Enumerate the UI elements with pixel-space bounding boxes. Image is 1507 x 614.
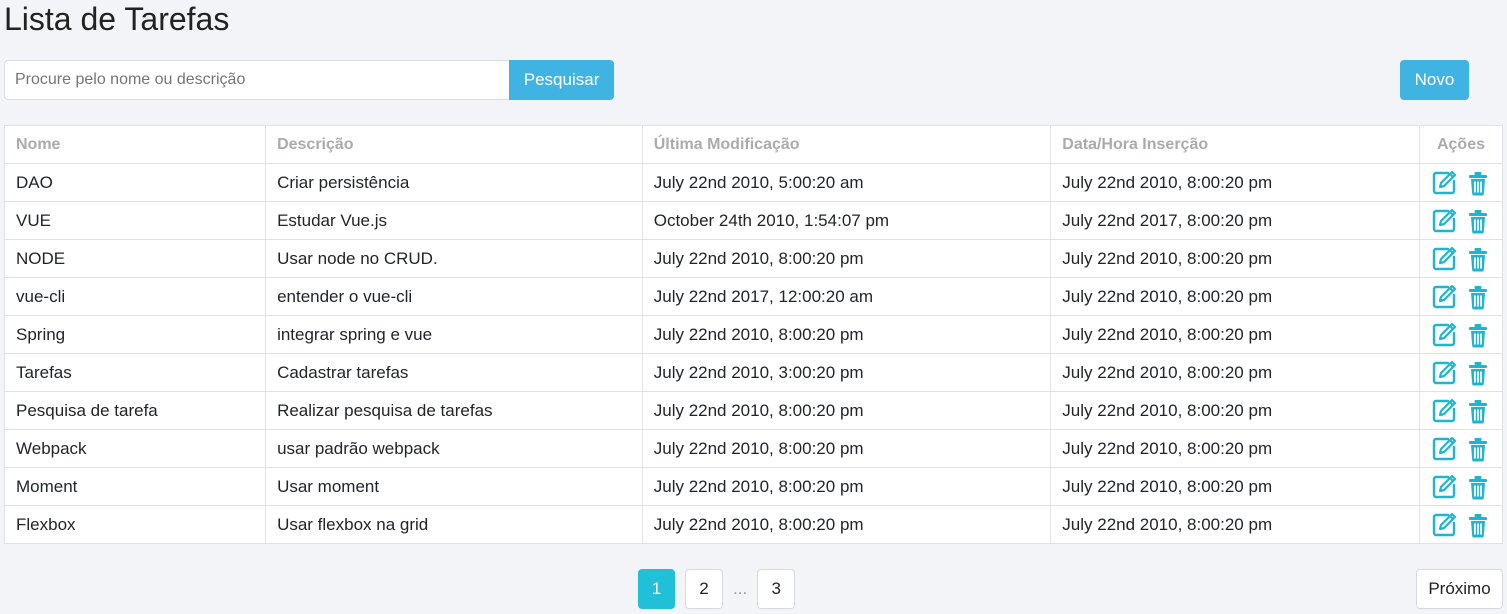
table-row: NODE Usar node no CRUD. July 22nd 2010, 8:… [3,239,1504,278]
cell-name: Spring [3,315,267,354]
cell-name: DAO [3,163,267,202]
trash-icon[interactable] [1465,322,1491,348]
edit-icon[interactable] [1431,436,1457,462]
table-row: Flexbox Usar flexbox na grid July 22nd 201… [3,505,1504,544]
trash-icon[interactable] [1465,170,1491,196]
cell-description: Usar moment [265,467,643,506]
trash-icon[interactable] [1465,474,1491,500]
cell-last-modified: July 22nd 2010, 8:00:20 pm [641,315,1052,354]
cell-name: Flexbox [3,505,267,544]
cell-last-modified: July 22nd 2010, 8:00:20 pm [641,391,1052,430]
cell-inserted-at: July 22nd 2010, 8:00:20 pm [1050,429,1420,468]
cell-description: Criar persistência [265,163,643,202]
column-header-last-modified[interactable]: Última Modificação [641,125,1052,164]
cell-actions [1418,467,1504,506]
cell-actions [1418,505,1504,544]
trash-icon[interactable] [1465,398,1491,424]
edit-icon[interactable] [1431,512,1457,538]
pagination: 1 2 ... 3 [638,569,805,609]
cell-actions [1418,239,1504,278]
cell-name: Tarefas [3,353,267,392]
cell-description: Usar flexbox na grid [265,505,643,544]
cell-name: VUE [3,201,267,240]
cell-last-modified: July 22nd 2017, 12:00:20 am [641,277,1052,316]
cell-description: Cadastrar tarefas [265,353,643,392]
column-header-description[interactable]: Descrição [265,125,643,164]
trash-icon[interactable] [1465,208,1491,234]
cell-description: Estudar Vue.js [265,201,643,240]
next-page-button[interactable]: Próximo [1416,569,1503,609]
cell-description: integrar spring e vue [265,315,643,354]
cell-last-modified: July 22nd 2010, 8:00:20 pm [641,429,1052,468]
column-header-name[interactable]: Nome [3,125,267,164]
cell-name: Moment [3,467,267,506]
cell-last-modified: July 22nd 2010, 3:00:20 pm [641,353,1052,392]
search-bar: Pesquisar [4,60,614,100]
cell-name: NODE [3,239,267,278]
cell-actions [1418,201,1504,240]
cell-inserted-at: July 22nd 2010, 8:00:20 pm [1050,239,1420,278]
trash-icon[interactable] [1465,360,1491,386]
edit-icon[interactable] [1431,208,1457,234]
cell-inserted-at: July 22nd 2017, 8:00:20 pm [1050,201,1420,240]
cell-actions [1418,391,1504,430]
cell-inserted-at: July 22nd 2010, 8:00:20 pm [1050,505,1420,544]
table-row: Tarefas Cadastrar tarefas July 22nd 2010, … [3,353,1504,392]
trash-icon[interactable] [1465,246,1491,272]
edit-icon[interactable] [1431,246,1457,272]
edit-icon[interactable] [1431,322,1457,348]
search-button[interactable]: Pesquisar [509,60,614,100]
search-input[interactable] [4,60,510,100]
page-button-1[interactable]: 1 [638,569,675,609]
trash-icon[interactable] [1465,284,1491,310]
cell-actions [1418,277,1504,316]
cell-description: Realizar pesquisa de tarefas [265,391,643,430]
table-row: Moment Usar moment July 22nd 2010, 8:00:20… [3,467,1504,506]
cell-last-modified: July 22nd 2010, 8:00:20 pm [641,505,1052,544]
cell-name: vue-cli [3,277,267,316]
cell-actions [1418,315,1504,354]
cell-inserted-at: July 22nd 2010, 8:00:20 pm [1050,353,1420,392]
table-header-row: Nome Descrição Última Modificação Data/H… [3,125,1504,164]
cell-inserted-at: July 22nd 2010, 8:00:20 pm [1050,391,1420,430]
cell-last-modified: October 24th 2010, 1:54:07 pm [641,201,1052,240]
column-header-actions: Ações [1418,125,1504,164]
cell-description: Usar node no CRUD. [265,239,643,278]
table-row: DAO Criar persistência July 22nd 2010, 5:0… [3,163,1504,202]
cell-description: usar padrão webpack [265,429,643,468]
cell-last-modified: July 22nd 2010, 5:00:20 am [641,163,1052,202]
cell-inserted-at: July 22nd 2010, 8:00:20 pm [1050,315,1420,354]
cell-inserted-at: July 22nd 2010, 8:00:20 pm [1050,467,1420,506]
cell-description: entender o vue-cli [265,277,643,316]
cell-actions [1418,163,1504,202]
table-row: Pesquisa de tarefa Realizar pesquisa de t… [3,391,1504,430]
edit-icon[interactable] [1431,474,1457,500]
page-title: Lista de Tarefas [4,1,230,37]
table-row: vue-cli entender o vue-cli July 22nd 2017,… [3,277,1504,316]
edit-icon[interactable] [1431,360,1457,386]
table-row: Spring integrar spring e vue July 22nd 201… [3,315,1504,354]
edit-icon[interactable] [1431,398,1457,424]
tasks-table: Nome Descrição Última Modificação Data/H… [3,125,1504,544]
cell-actions [1418,429,1504,468]
cell-inserted-at: July 22nd 2010, 8:00:20 pm [1050,163,1420,202]
column-header-inserted-at[interactable]: Data/Hora Inserção [1050,125,1420,164]
table-row: VUE Estudar Vue.js October 24th 2010, 1:54… [3,201,1504,240]
cell-actions [1418,353,1504,392]
cell-name: Pesquisa de tarefa [3,391,267,430]
trash-icon[interactable] [1465,512,1491,538]
new-task-button[interactable]: Novo [1400,60,1469,100]
page-button-2[interactable]: 2 [685,569,723,609]
trash-icon[interactable] [1465,436,1491,462]
cell-inserted-at: July 22nd 2010, 8:00:20 pm [1050,277,1420,316]
page-button-3[interactable]: 3 [757,569,796,609]
cell-last-modified: July 22nd 2010, 8:00:20 pm [641,239,1052,278]
table-row: Webpack usar padrão webpack July 22nd 2010… [3,429,1504,468]
cell-name: Webpack [3,429,267,468]
cell-last-modified: July 22nd 2010, 8:00:20 pm [641,467,1052,506]
pagination-ellipsis: ... [733,579,748,598]
edit-icon[interactable] [1431,170,1457,196]
edit-icon[interactable] [1431,284,1457,310]
